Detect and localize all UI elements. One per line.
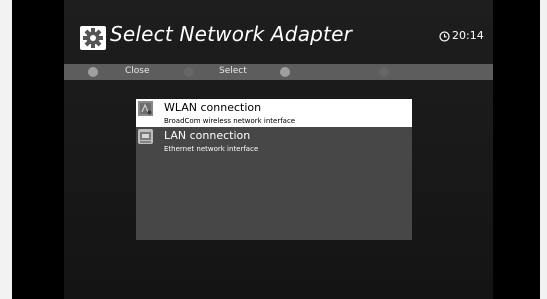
select-button-label[interactable]: Select	[219, 66, 247, 76]
yellow-button-icon[interactable]	[280, 67, 290, 77]
red-button-icon[interactable]	[88, 67, 98, 77]
monitor-frame-left	[0, 0, 12, 299]
settings-gear-icon	[80, 26, 106, 50]
clock-icon	[439, 31, 450, 42]
close-button-label[interactable]: Close	[125, 66, 150, 76]
item-subtitle: BroadCom wireless network interface	[164, 117, 296, 125]
button-bar: Close Select	[64, 64, 493, 80]
monitor-frame-edge	[12, 0, 13, 299]
adapter-list: WLAN connection BroadCom wireless networ…	[136, 99, 412, 240]
item-subtitle: Ethernet network interface	[164, 145, 259, 153]
tv-screen: Select Network Adapter 20:14 Close Selec…	[14, 0, 540, 299]
monitor-frame-right	[540, 0, 547, 299]
item-title: LAN connection	[164, 129, 251, 142]
list-item-lan[interactable]: LAN connection Ethernet network interfac…	[136, 127, 412, 155]
clock-time: 20:14	[452, 29, 484, 42]
page-title: Select Network Adapter	[110, 22, 353, 46]
wireless-adapter-icon	[138, 101, 153, 116]
item-title: WLAN connection	[164, 101, 262, 114]
list-item-wlan[interactable]: WLAN connection BroadCom wireless networ…	[136, 99, 412, 127]
blue-button-icon[interactable]	[379, 67, 389, 77]
ethernet-adapter-icon	[138, 129, 153, 144]
green-button-icon[interactable]	[184, 67, 194, 77]
